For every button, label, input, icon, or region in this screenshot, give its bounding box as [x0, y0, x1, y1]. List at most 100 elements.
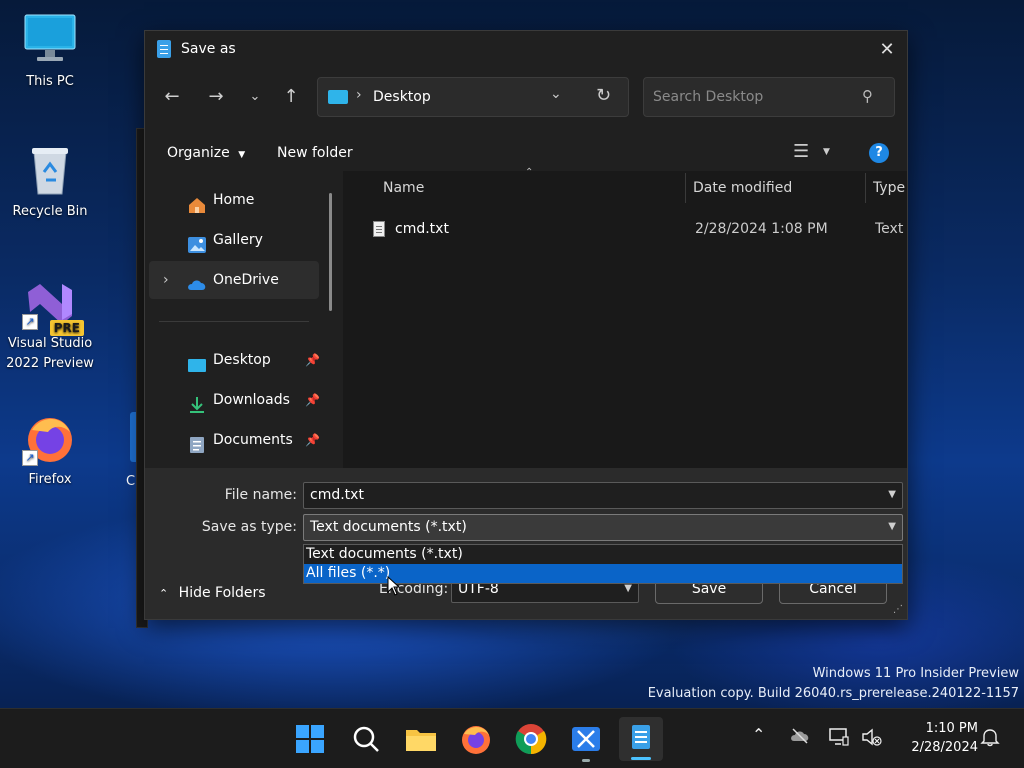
sidebar-item-documents[interactable]: Documents 📌 [149, 421, 320, 459]
desktop-icon-label: Recycle Bin [12, 204, 88, 219]
chevron-up-icon: ⌃ [752, 725, 766, 744]
watermark-line-1: Windows 11 Pro Insider Preview [812, 666, 1019, 681]
up-button[interactable]: ↑ [277, 83, 305, 111]
visual-studio-icon: PRE ↗ [22, 274, 84, 336]
show-hidden-icons-button[interactable]: ⌃ [752, 725, 765, 744]
mouse-pointer-icon [387, 575, 401, 600]
sidebar-item-gallery[interactable]: Gallery [149, 221, 319, 259]
save-as-type-select[interactable]: Text documents (*.txt) ▼ [303, 514, 903, 541]
chevron-down-icon[interactable]: ▼ [888, 483, 896, 507]
desktop-icon-label: This PC [26, 74, 74, 89]
volume-tray-button[interactable] [861, 727, 883, 751]
text-file-icon [373, 221, 385, 237]
notepad-icon [157, 40, 171, 58]
navigation-bar: ← → ⌄ ↑ › Desktop ⌄ ↻ Search Desktop ⚲ [145, 69, 907, 139]
preview-badge: PRE [49, 320, 84, 336]
address-bar[interactable]: › Desktop ⌄ ↻ [317, 77, 629, 117]
dropdown-option[interactable]: Text documents (*.txt) [304, 545, 902, 564]
refresh-button[interactable]: ↻ [596, 85, 611, 106]
gallery-icon [187, 231, 207, 253]
snipping-tool-button[interactable] [568, 721, 604, 762]
desktop-folder-icon [187, 351, 207, 372]
caret-down-icon: ▼ [823, 147, 830, 157]
column-header-date[interactable]: Date modified [693, 171, 792, 205]
desktop-icon-visual-studio[interactable]: PRE ↗ Visual Studio 2022 Preview [0, 274, 100, 374]
shortcut-arrow-icon: ↗ [22, 314, 38, 330]
forward-button[interactable]: → [202, 83, 230, 111]
address-dropdown-button[interactable]: ⌄ [550, 86, 562, 102]
search-box[interactable]: Search Desktop ⚲ [643, 77, 895, 117]
refresh-icon: ↻ [596, 85, 612, 106]
sidebar-item-label: Desktop [213, 352, 271, 368]
file-date: 2/28/2024 1:08 PM [695, 221, 828, 237]
file-name-value: cmd.txt [310, 487, 364, 503]
monitor-icon [22, 12, 78, 68]
folder-icon [406, 730, 436, 751]
desktop-icon-firefox[interactable]: ↗ Firefox [0, 410, 100, 490]
desktop-icon-recycle-bin[interactable]: Recycle Bin [0, 142, 100, 222]
arrow-up-icon: ↑ [283, 86, 299, 107]
desktop-icon-label: Visual Studio 2022 Preview [6, 336, 94, 371]
sidebar-item-label: Home [213, 192, 255, 208]
sidebar-item-label: OneDrive [213, 272, 279, 288]
cloud-icon [187, 271, 207, 290]
back-button[interactable]: ← [158, 83, 186, 111]
sidebar-item-onedrive[interactable]: › OneDrive [149, 261, 319, 299]
close-button[interactable]: ✕ [869, 35, 905, 65]
windows-logo-icon [296, 725, 324, 753]
desktop-icon-label: Firefox [28, 472, 72, 487]
onedrive-tray-button[interactable] [789, 727, 811, 749]
notepad-taskbar-button[interactable] [619, 717, 663, 761]
recycle-bin-icon [22, 142, 78, 198]
network-icon [829, 728, 849, 746]
column-divider [865, 173, 866, 203]
breadcrumb-desktop[interactable]: Desktop [373, 89, 431, 105]
breadcrumb-separator-icon: › [356, 87, 362, 103]
view-options-button[interactable]: ☰ ▼ [791, 141, 841, 165]
bell-icon [980, 729, 1000, 747]
file-row[interactable]: cmd.txt 2/28/2024 1:08 PM Text D [363, 213, 907, 247]
resize-grip-icon[interactable]: ⋰ [893, 604, 903, 615]
arrow-right-icon: → [208, 86, 224, 107]
column-header-name[interactable]: Name [383, 171, 424, 205]
notifications-button[interactable] [980, 727, 1000, 751]
documents-icon [187, 431, 207, 453]
sidebar-divider [159, 321, 309, 322]
column-header-type[interactable]: Type [873, 171, 907, 205]
network-tray-button[interactable] [828, 727, 850, 751]
list-view-icon: ☰ [793, 141, 810, 162]
help-button[interactable]: ? [869, 143, 889, 163]
chrome-taskbar-button[interactable] [513, 721, 549, 757]
dialog-titlebar[interactable]: Save as ✕ [145, 31, 907, 69]
download-icon [187, 391, 207, 413]
cloud-offline-icon [791, 728, 809, 744]
clock-button[interactable]: 1:10 PM 2/28/2024 [892, 719, 978, 757]
expand-chevron-icon[interactable]: › [163, 261, 169, 299]
desktop-icon-this-pc[interactable]: This PC [0, 12, 100, 92]
file-type: Text D [875, 221, 907, 237]
sidebar-item-desktop[interactable]: Desktop 📌 [149, 341, 320, 379]
organize-button[interactable]: Organize ▼ [167, 145, 245, 161]
sidebar-scrollbar[interactable] [329, 193, 332, 311]
file-list: ⌃ Name Date modified Type cmd.txt 2/28/2… [343, 167, 907, 490]
sidebar-item-home[interactable]: Home [149, 181, 319, 219]
dialog-title: Save as [181, 41, 236, 57]
sidebar-item-downloads[interactable]: Downloads 📌 [149, 381, 320, 419]
file-name-input[interactable]: cmd.txt ▼ [303, 482, 903, 509]
clock-time: 1:10 PM [925, 721, 978, 736]
recent-locations-button[interactable]: ⌄ [241, 83, 269, 111]
new-folder-button[interactable]: New folder [277, 145, 353, 161]
search-input[interactable]: Search Desktop [653, 89, 763, 105]
search-button[interactable] [348, 721, 384, 757]
watermark-line-2: Evaluation copy. Build 26040.rs_prerelea… [647, 686, 1019, 701]
file-explorer-button[interactable] [403, 721, 439, 757]
search-icon [353, 726, 379, 752]
pin-icon: 📌 [305, 393, 320, 407]
hide-folders-button[interactable]: ⌃ Hide Folders [159, 585, 266, 601]
home-icon [187, 191, 207, 213]
hide-folders-label: Hide Folders [178, 585, 266, 601]
start-button[interactable] [292, 721, 328, 757]
file-name-label: File name: [224, 487, 297, 503]
sidebar-item-label: Documents [213, 432, 293, 448]
firefox-taskbar-button[interactable] [458, 721, 494, 757]
